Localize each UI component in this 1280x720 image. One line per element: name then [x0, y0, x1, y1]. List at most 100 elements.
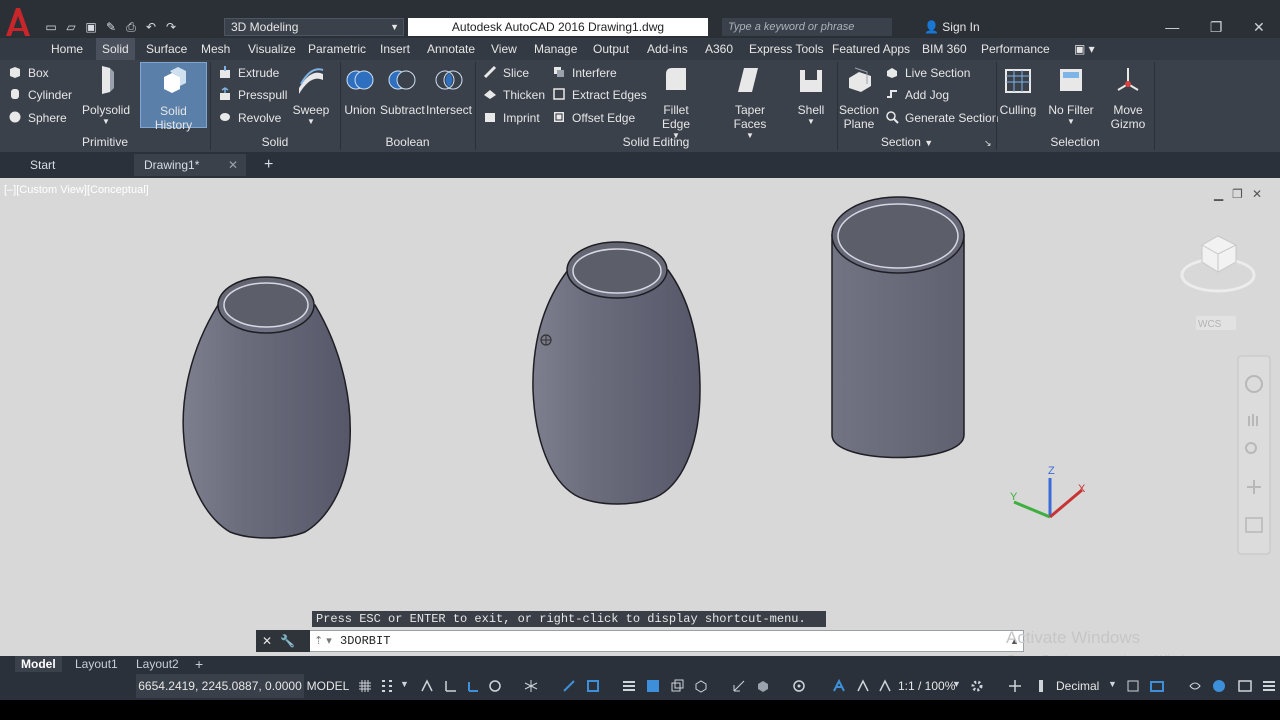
tab-insert[interactable]: Insert — [380, 38, 410, 60]
print-icon[interactable]: ⎙ — [124, 20, 138, 34]
taper-faces-button[interactable]: Taper Faces ▼ — [718, 62, 782, 140]
subtract-button[interactable]: Subtract — [380, 62, 425, 117]
tab-home[interactable]: Home — [51, 38, 83, 60]
tab-parametric[interactable]: Parametric — [308, 38, 366, 60]
tab-add-ins[interactable]: Add-ins — [647, 38, 688, 60]
add-layout-button[interactable]: + — [195, 656, 203, 672]
tab-drawing[interactable]: Drawing1* ✕ — [134, 154, 246, 176]
generate-section-button[interactable]: Generate Section — [885, 109, 998, 127]
move-gizmo-button[interactable]: Move Gizmo — [1106, 62, 1150, 131]
tab-visualize[interactable]: Visualize — [248, 38, 296, 60]
tab-model[interactable]: Model — [15, 656, 62, 672]
gizmo-icon[interactable] — [792, 679, 806, 693]
section-panel-title[interactable]: Section ▼ — [837, 135, 977, 149]
slice-button[interactable]: Slice — [483, 64, 529, 82]
grid-icon[interactable] — [358, 679, 372, 693]
polysolid-button[interactable]: Polysolid ▼ — [80, 62, 132, 126]
viewport-controls-label[interactable]: [–][Custom View][Conceptual] — [4, 184, 149, 196]
model-canvas[interactable]: WCS Z Y X ▁ ❐ ✕ — [0, 178, 1280, 656]
fillet-edge-button[interactable]: Fillet Edge ▼ — [648, 62, 704, 140]
new-tab-button[interactable]: + — [254, 154, 278, 176]
ribbon-options-icon[interactable]: ▣ ▾ — [1074, 38, 1095, 60]
lineweight-icon[interactable] — [622, 679, 636, 693]
annotation-scale-icon[interactable] — [878, 679, 892, 693]
transparency-icon[interactable] — [646, 679, 660, 693]
interfere-button[interactable]: Interfere — [552, 64, 617, 82]
ortho-icon[interactable] — [466, 679, 480, 693]
lock-ui-icon[interactable] — [1150, 679, 1164, 693]
tab-annotate[interactable]: Annotate — [427, 38, 475, 60]
no-filter-button[interactable]: No Filter ▼ — [1046, 62, 1096, 126]
workspace-switching-icon[interactable] — [970, 679, 984, 693]
command-history-icon[interactable]: ⇡ ▾ — [314, 634, 332, 647]
revolve-button[interactable]: Revolve — [218, 109, 281, 127]
isodraft-icon[interactable] — [524, 679, 538, 693]
vase-solid-left[interactable] — [182, 276, 351, 539]
close-icon[interactable]: ✕ — [228, 154, 238, 176]
tab-layout2[interactable]: Layout2 — [136, 656, 179, 672]
sign-in-button[interactable]: 👤 Sign In — [924, 18, 1024, 36]
viewport-close-icon[interactable]: ✕ — [1252, 187, 1262, 201]
tab-performance[interactable]: Performance — [981, 38, 1050, 60]
tab-layout1[interactable]: Layout1 — [75, 656, 118, 672]
vase-solid-middle[interactable] — [532, 241, 701, 505]
tab-mesh[interactable]: Mesh — [201, 38, 230, 60]
viewcube-icon[interactable] — [1180, 235, 1256, 293]
tab-manage[interactable]: Manage — [534, 38, 577, 60]
annotation-monitor-icon[interactable] — [1008, 679, 1022, 693]
object-snap-tracking-icon[interactable] — [562, 679, 576, 693]
annotation-scale-value[interactable]: 1:1 / 100% — [898, 674, 955, 698]
hardware-acceleration-icon[interactable] — [1212, 679, 1226, 693]
thicken-button[interactable]: Thicken — [483, 86, 545, 104]
tab-bim-360[interactable]: BIM 360 — [922, 38, 967, 60]
coordinates-display[interactable]: 6654.2419, 2245.0887, 0.0000 — [136, 674, 304, 698]
workspace-dropdown[interactable]: 3D Modeling ▼ — [224, 18, 404, 36]
section-plane-button[interactable]: Section Plane — [838, 62, 880, 131]
annotation-visibility-icon[interactable] — [832, 679, 846, 693]
customize-icon[interactable]: 🔧 — [280, 634, 295, 648]
add-jog-button[interactable]: Add Jog — [885, 86, 949, 104]
snap-icon[interactable] — [380, 679, 394, 693]
tab-featured-apps[interactable]: Featured Apps — [832, 38, 910, 60]
tab-solid[interactable]: Solid — [96, 38, 135, 60]
units-icon[interactable] — [1034, 679, 1048, 693]
infer-constraints-icon[interactable] — [420, 679, 434, 693]
tab-a360[interactable]: A360 — [705, 38, 733, 60]
dynamic-ucs-icon[interactable] — [732, 679, 746, 693]
clean-screen-icon[interactable] — [1238, 679, 1252, 693]
quick-properties-icon[interactable] — [1126, 679, 1140, 693]
culling-button[interactable]: Culling — [998, 62, 1038, 117]
intersect-button[interactable]: Intersect — [426, 62, 472, 117]
shell-button[interactable]: Shell ▼ — [794, 62, 828, 126]
chevron-down-icon[interactable]: ▼ — [400, 679, 409, 689]
units-value[interactable]: Decimal — [1056, 674, 1099, 698]
saveas-icon[interactable]: ✎ — [104, 20, 118, 34]
tab-surface[interactable]: Surface — [146, 38, 187, 60]
viewport-restore-icon[interactable]: ❐ — [1232, 187, 1243, 201]
new-icon[interactable]: ▭ — [44, 20, 58, 34]
polar-tracking-icon[interactable] — [488, 679, 502, 693]
tab-express-tools[interactable]: Express Tools — [749, 38, 823, 60]
isolate-objects-icon[interactable] — [1188, 679, 1202, 693]
open-icon[interactable]: ▱ — [64, 20, 78, 34]
cylinder-solid-right[interactable] — [831, 196, 965, 459]
tab-view[interactable]: View — [491, 38, 517, 60]
undo-icon[interactable]: ↶ — [144, 20, 158, 34]
dialog-launcher-icon[interactable]: ↘ — [984, 134, 992, 152]
chevron-down-icon[interactable]: ▼ — [1108, 679, 1117, 689]
dynamic-input-icon[interactable] — [444, 679, 458, 693]
3d-object-snap-icon[interactable] — [694, 679, 708, 693]
extract-edges-button[interactable]: Extract Edges — [552, 86, 647, 104]
selection-filter-icon[interactable] — [756, 679, 770, 693]
object-snap-icon[interactable] — [586, 679, 600, 693]
selection-cycling-icon[interactable] — [670, 679, 684, 693]
tab-start[interactable]: Start — [20, 154, 130, 176]
live-section-button[interactable]: Live Section — [885, 64, 970, 82]
viewport-minimize-icon[interactable]: ▁ — [1213, 187, 1224, 201]
close-icon[interactable]: ✕ — [262, 634, 272, 648]
close-icon[interactable]: ✕ — [1253, 0, 1265, 38]
tab-output[interactable]: Output — [593, 38, 629, 60]
cylinder-button[interactable]: Cylinder — [8, 86, 72, 104]
auto-scale-icon[interactable] — [856, 679, 870, 693]
search-input[interactable]: Type a keyword or phrase — [722, 18, 892, 36]
